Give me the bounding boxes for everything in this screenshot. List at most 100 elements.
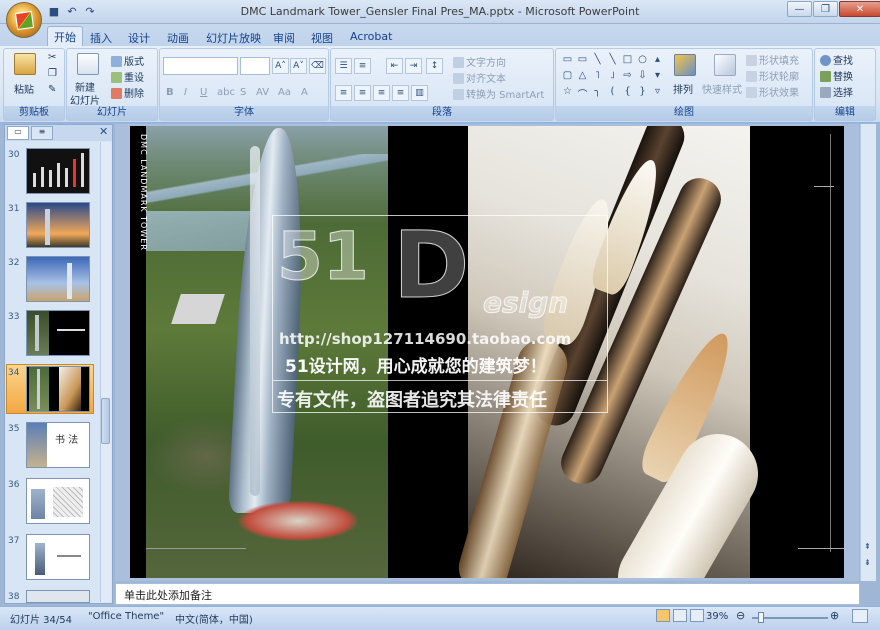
zoom-level[interactable]: 39% (706, 611, 728, 622)
arrange-button[interactable]: 排列 (673, 81, 693, 96)
minimize-icon[interactable]: — (787, 1, 812, 17)
tab-slideshow[interactable]: 幻灯片放映 (206, 28, 261, 46)
grow-font-icon[interactable]: A˄ (272, 58, 289, 74)
smartart-button[interactable]: 转换为 SmartArt (453, 86, 544, 101)
slides-tab-icon[interactable]: ▭ (7, 126, 29, 140)
strikethrough-icon[interactable]: abc (217, 87, 235, 98)
decrease-indent-icon[interactable]: ⇤ (386, 58, 403, 74)
tab-insert[interactable]: 插入 (90, 28, 112, 46)
thumbnail-slide-34[interactable] (26, 366, 90, 412)
tab-review[interactable]: 审阅 (273, 28, 295, 46)
thumbnail-slide-33[interactable] (26, 310, 90, 356)
clear-format-icon[interactable]: ⌫ (309, 58, 326, 74)
text-direction-button[interactable]: 文字方向 (453, 54, 506, 69)
oval-shape-icon[interactable]: ○ (635, 54, 650, 65)
tab-acrobat[interactable]: Acrobat (350, 28, 392, 46)
arrow-right-shape-icon[interactable]: ⇨ (620, 70, 635, 81)
thumbnail-slide-30[interactable] (26, 148, 90, 194)
textbox-v-shape-icon[interactable]: ▭ (575, 54, 590, 65)
zoom-in-icon[interactable]: ⊕ (830, 609, 839, 622)
thumbnail-slide-37[interactable] (26, 534, 90, 580)
change-case-icon[interactable]: Aa (278, 87, 291, 98)
thumbnail-slide-31[interactable] (26, 202, 90, 248)
line2-shape-icon[interactable]: ╲ (605, 54, 620, 65)
font-color-icon[interactable]: A (301, 87, 308, 98)
thumbnail-slide-32[interactable] (26, 256, 90, 302)
close-pane-icon[interactable]: ✕ (99, 125, 108, 138)
thumbnail-slide-36[interactable] (26, 478, 90, 524)
elbow2-shape-icon[interactable]: ˩ (605, 70, 620, 81)
thumbnail-scrollbar[interactable] (100, 142, 111, 602)
align-center-icon[interactable]: ≡ (354, 85, 371, 101)
brace2-shape-icon[interactable]: } (635, 86, 650, 97)
outline-tab-icon[interactable]: ≡ (31, 126, 53, 140)
rectangle-shape-icon[interactable]: □ (620, 54, 635, 65)
format-painter-icon[interactable]: ✎ (48, 84, 56, 95)
arrange-icon[interactable] (674, 54, 696, 76)
layout-button[interactable]: 版式 (111, 53, 144, 68)
increase-indent-icon[interactable]: ⇥ (405, 58, 422, 74)
slide-scrollbar[interactable]: ⇞ ⇟ (860, 124, 876, 581)
fit-window-icon[interactable] (852, 609, 868, 623)
bullets-icon[interactable]: ☰ (335, 58, 352, 74)
shadow-icon[interactable]: S (240, 87, 246, 98)
shape-effects-button[interactable]: 形状效果 (746, 84, 799, 99)
tab-home[interactable]: 开始 (47, 26, 83, 46)
restore-icon[interactable]: ❐ (813, 1, 838, 17)
textbox-shape-icon[interactable]: ▭ (560, 54, 575, 65)
align-right-icon[interactable]: ≡ (373, 85, 390, 101)
justify-icon[interactable]: ≡ (392, 85, 409, 101)
bold-icon[interactable]: B (166, 87, 174, 98)
slide-sorter-icon[interactable] (673, 609, 687, 622)
cut-icon[interactable]: ✂ (48, 52, 56, 63)
align-text-button[interactable]: 对齐文本 (453, 70, 506, 85)
replace-button[interactable]: 替换 (820, 68, 853, 83)
tab-design[interactable]: 设计 (128, 28, 150, 46)
prev-slide-icon[interactable]: ⇞ (864, 542, 871, 551)
zoom-slider-thumb[interactable] (758, 612, 764, 623)
quick-styles-button[interactable]: 快速样式 (702, 81, 742, 96)
numbering-icon[interactable]: ≡ (354, 58, 371, 74)
scroll-down-icon[interactable]: ▾ (650, 70, 665, 81)
thumbnail-scroll-thumb[interactable] (101, 398, 110, 444)
scroll-up-icon[interactable]: ▴ (650, 54, 665, 65)
arc-shape-icon[interactable]: ╮ (590, 86, 605, 97)
delete-button[interactable]: 删除 (111, 85, 144, 100)
font-name-combo[interactable] (163, 57, 238, 75)
align-left-icon[interactable]: ≡ (335, 85, 352, 101)
thumbnail-slide-38[interactable] (26, 590, 90, 603)
triangle-shape-icon[interactable]: △ (575, 70, 590, 81)
close-icon[interactable]: ✕ (839, 1, 880, 17)
office-button[interactable] (6, 2, 42, 38)
paste-icon[interactable] (14, 53, 36, 75)
columns-icon[interactable]: ▥ (411, 85, 428, 101)
new-slide-icon[interactable] (77, 53, 99, 75)
next-slide-icon[interactable]: ⇟ (864, 558, 871, 567)
tab-animations[interactable]: 动画 (167, 28, 189, 46)
line-shape-icon[interactable]: ╲ (590, 54, 605, 65)
paste-button[interactable]: 粘贴 (14, 81, 34, 96)
thumbnail-slide-35[interactable]: 书 法 (26, 422, 90, 468)
char-spacing-icon[interactable]: AV (256, 87, 269, 98)
arrow-down-shape-icon[interactable]: ⇩ (635, 70, 650, 81)
more-shapes-icon[interactable]: ▿ (650, 86, 665, 97)
select-button[interactable]: 选择 (820, 84, 853, 99)
shape-outline-button[interactable]: 形状轮廓 (746, 68, 799, 83)
font-size-combo[interactable] (240, 57, 270, 75)
slideshow-view-icon[interactable] (690, 609, 704, 622)
bracket-shape-icon[interactable]: ( (605, 86, 620, 97)
reset-button[interactable]: 重设 (111, 69, 144, 84)
tab-view[interactable]: 视图 (311, 28, 333, 46)
brace-shape-icon[interactable]: { (620, 86, 635, 97)
curve-shape-icon[interactable]: ⌒ (575, 86, 590, 101)
normal-view-icon[interactable] (656, 609, 670, 622)
new-slide-label-2[interactable]: 幻灯片 (70, 92, 100, 107)
star-shape-icon[interactable]: ☆ (560, 86, 575, 97)
underline-icon[interactable]: U (200, 87, 207, 98)
notes-field[interactable]: 单击此处添加备注 (115, 583, 860, 605)
elbow-shape-icon[interactable]: ˥ (590, 70, 605, 81)
language[interactable]: 中文(简体，中国) (175, 611, 253, 626)
line-spacing-icon[interactable]: ↕ (426, 58, 443, 74)
copy-icon[interactable]: ❐ (48, 68, 57, 79)
shape-fill-button[interactable]: 形状填充 (746, 52, 799, 67)
